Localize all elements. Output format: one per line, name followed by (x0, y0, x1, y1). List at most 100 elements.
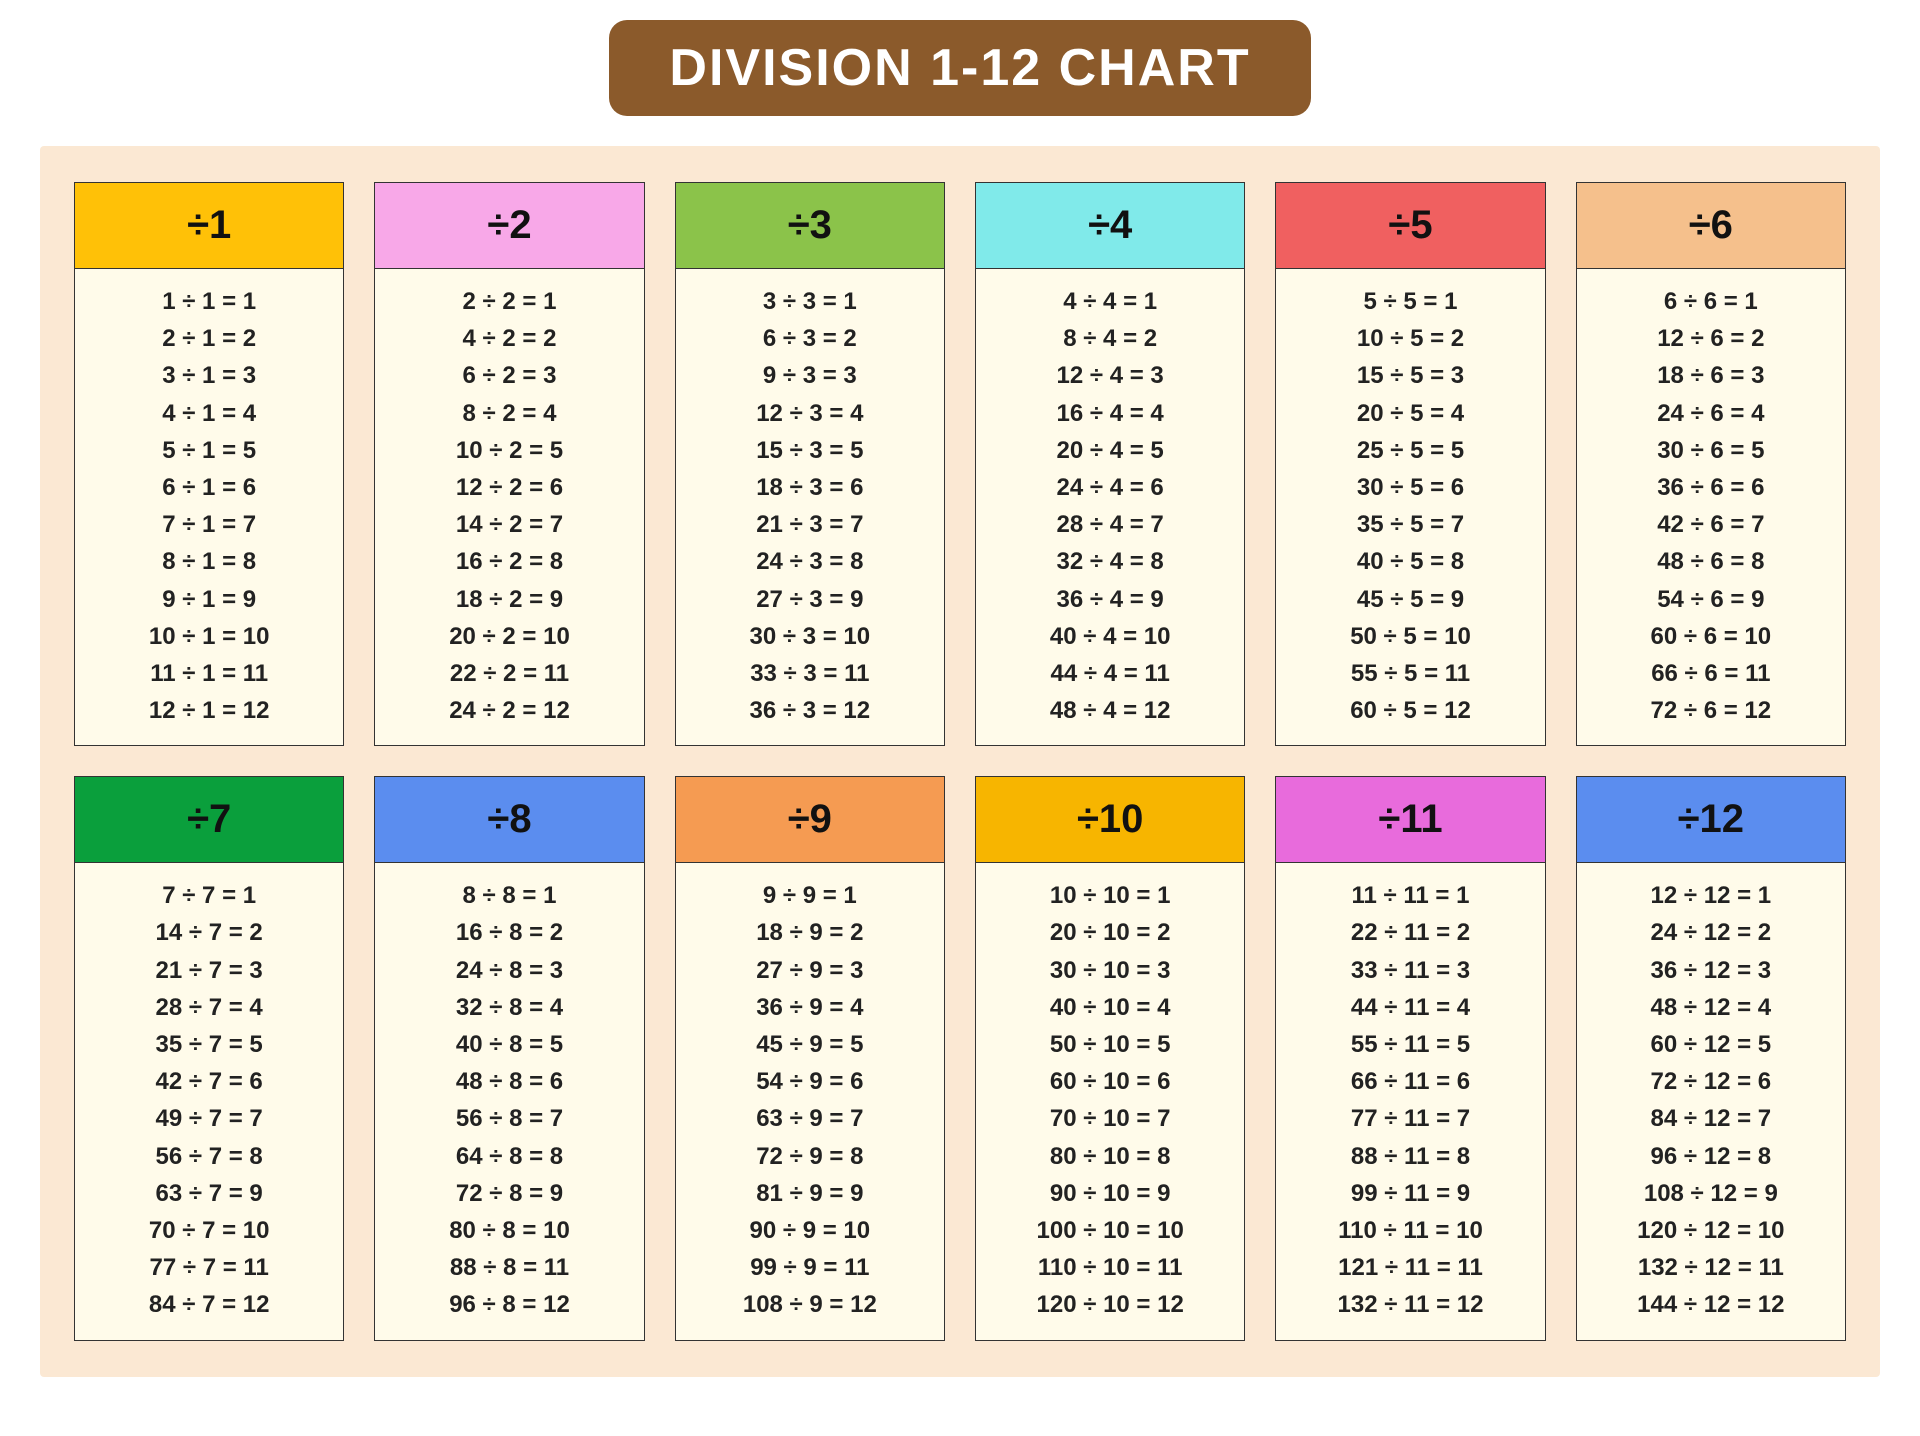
division-equation: 15 ÷ 5 = 3 (1276, 357, 1544, 394)
division-equation: 18 ÷ 3 = 6 (676, 469, 944, 506)
division-equation: 16 ÷ 4 = 4 (976, 395, 1244, 432)
division-equation: 7 ÷ 7 = 1 (75, 877, 343, 914)
division-equation: 54 ÷ 9 = 6 (676, 1063, 944, 1100)
division-card-header: ÷10 (976, 777, 1244, 863)
division-equation: 54 ÷ 6 = 9 (1577, 581, 1845, 618)
division-equation: 3 ÷ 1 = 3 (75, 357, 343, 394)
division-equation: 72 ÷ 12 = 6 (1577, 1063, 1845, 1100)
division-equation: 15 ÷ 3 = 5 (676, 432, 944, 469)
division-equation: 14 ÷ 2 = 7 (375, 506, 643, 543)
division-equation: 64 ÷ 8 = 8 (375, 1138, 643, 1175)
division-card-9: ÷99 ÷ 9 = 118 ÷ 9 = 227 ÷ 9 = 336 ÷ 9 = … (675, 776, 945, 1340)
division-equation: 7 ÷ 1 = 7 (75, 506, 343, 543)
division-equation: 10 ÷ 10 = 1 (976, 877, 1244, 914)
division-equation: 120 ÷ 12 = 10 (1577, 1212, 1845, 1249)
division-equation: 24 ÷ 8 = 3 (375, 952, 643, 989)
division-equation: 36 ÷ 12 = 3 (1577, 952, 1845, 989)
division-equation: 16 ÷ 8 = 2 (375, 914, 643, 951)
division-equation: 60 ÷ 6 = 10 (1577, 618, 1845, 655)
division-equation: 49 ÷ 7 = 7 (75, 1100, 343, 1137)
division-equation: 12 ÷ 4 = 3 (976, 357, 1244, 394)
division-equation: 28 ÷ 4 = 7 (976, 506, 1244, 543)
division-equation: 45 ÷ 9 = 5 (676, 1026, 944, 1063)
division-equation: 110 ÷ 11 = 10 (1276, 1212, 1544, 1249)
division-equation: 100 ÷ 10 = 10 (976, 1212, 1244, 1249)
division-equation: 44 ÷ 11 = 4 (1276, 989, 1544, 1026)
division-equation: 24 ÷ 12 = 2 (1577, 914, 1845, 951)
division-equation: 36 ÷ 6 = 6 (1577, 469, 1845, 506)
division-equation: 63 ÷ 9 = 7 (676, 1100, 944, 1137)
division-equation: 8 ÷ 8 = 1 (375, 877, 643, 914)
division-equation: 33 ÷ 11 = 3 (1276, 952, 1544, 989)
division-equation: 14 ÷ 7 = 2 (75, 914, 343, 951)
division-equation: 8 ÷ 4 = 2 (976, 320, 1244, 357)
division-equation: 96 ÷ 8 = 12 (375, 1286, 643, 1323)
division-equation: 77 ÷ 11 = 7 (1276, 1100, 1544, 1137)
division-equation: 21 ÷ 7 = 3 (75, 952, 343, 989)
division-equation: 56 ÷ 8 = 7 (375, 1100, 643, 1137)
division-equation: 10 ÷ 5 = 2 (1276, 320, 1544, 357)
division-equation: 1 ÷ 1 = 1 (75, 283, 343, 320)
division-card-body: 10 ÷ 10 = 120 ÷ 10 = 230 ÷ 10 = 340 ÷ 10… (976, 863, 1244, 1339)
division-equation: 99 ÷ 9 = 11 (676, 1249, 944, 1286)
division-equation: 22 ÷ 2 = 11 (375, 655, 643, 692)
division-equation: 108 ÷ 12 = 9 (1577, 1175, 1845, 1212)
division-equation: 32 ÷ 4 = 8 (976, 543, 1244, 580)
division-equation: 24 ÷ 4 = 6 (976, 469, 1244, 506)
division-card-body: 9 ÷ 9 = 118 ÷ 9 = 227 ÷ 9 = 336 ÷ 9 = 44… (676, 863, 944, 1339)
division-equation: 40 ÷ 4 = 10 (976, 618, 1244, 655)
division-equation: 50 ÷ 10 = 5 (976, 1026, 1244, 1063)
division-card-4: ÷44 ÷ 4 = 18 ÷ 4 = 212 ÷ 4 = 316 ÷ 4 = 4… (975, 182, 1245, 746)
division-equation: 144 ÷ 12 = 12 (1577, 1286, 1845, 1323)
division-card-header: ÷4 (976, 183, 1244, 269)
division-card-3: ÷33 ÷ 3 = 16 ÷ 3 = 29 ÷ 3 = 312 ÷ 3 = 41… (675, 182, 945, 746)
division-equation: 36 ÷ 4 = 9 (976, 581, 1244, 618)
division-equation: 22 ÷ 11 = 2 (1276, 914, 1544, 951)
division-equation: 88 ÷ 11 = 8 (1276, 1138, 1544, 1175)
division-equation: 55 ÷ 5 = 11 (1276, 655, 1544, 692)
division-equation: 21 ÷ 3 = 7 (676, 506, 944, 543)
chart-board: ÷11 ÷ 1 = 12 ÷ 1 = 23 ÷ 1 = 34 ÷ 1 = 45 … (40, 146, 1880, 1377)
division-equation: 84 ÷ 7 = 12 (75, 1286, 343, 1323)
division-equation: 6 ÷ 2 = 3 (375, 357, 643, 394)
division-equation: 6 ÷ 1 = 6 (75, 469, 343, 506)
division-card-body: 2 ÷ 2 = 14 ÷ 2 = 26 ÷ 2 = 38 ÷ 2 = 410 ÷… (375, 269, 643, 745)
division-card-header: ÷8 (375, 777, 643, 863)
division-equation: 36 ÷ 9 = 4 (676, 989, 944, 1026)
division-equation: 12 ÷ 2 = 6 (375, 469, 643, 506)
division-equation: 6 ÷ 3 = 2 (676, 320, 944, 357)
division-equation: 40 ÷ 8 = 5 (375, 1026, 643, 1063)
division-card-header: ÷7 (75, 777, 343, 863)
division-equation: 16 ÷ 2 = 8 (375, 543, 643, 580)
division-equation: 132 ÷ 12 = 11 (1577, 1249, 1845, 1286)
division-equation: 2 ÷ 2 = 1 (375, 283, 643, 320)
division-card-body: 6 ÷ 6 = 112 ÷ 6 = 218 ÷ 6 = 324 ÷ 6 = 43… (1577, 269, 1845, 745)
division-equation: 4 ÷ 2 = 2 (375, 320, 643, 357)
division-card-7: ÷77 ÷ 7 = 114 ÷ 7 = 221 ÷ 7 = 328 ÷ 7 = … (74, 776, 344, 1340)
division-equation: 8 ÷ 2 = 4 (375, 395, 643, 432)
division-equation: 50 ÷ 5 = 10 (1276, 618, 1544, 655)
division-equation: 12 ÷ 6 = 2 (1577, 320, 1845, 357)
division-equation: 55 ÷ 11 = 5 (1276, 1026, 1544, 1063)
division-equation: 45 ÷ 5 = 9 (1276, 581, 1544, 618)
division-equation: 3 ÷ 3 = 1 (676, 283, 944, 320)
division-card-header: ÷1 (75, 183, 343, 269)
division-equation: 72 ÷ 9 = 8 (676, 1138, 944, 1175)
division-equation: 35 ÷ 5 = 7 (1276, 506, 1544, 543)
division-equation: 5 ÷ 1 = 5 (75, 432, 343, 469)
division-equation: 24 ÷ 6 = 4 (1577, 395, 1845, 432)
division-equation: 108 ÷ 9 = 12 (676, 1286, 944, 1323)
division-equation: 5 ÷ 5 = 1 (1276, 283, 1544, 320)
division-card-body: 4 ÷ 4 = 18 ÷ 4 = 212 ÷ 4 = 316 ÷ 4 = 420… (976, 269, 1244, 745)
division-equation: 42 ÷ 7 = 6 (75, 1063, 343, 1100)
division-equation: 4 ÷ 4 = 1 (976, 283, 1244, 320)
division-equation: 9 ÷ 3 = 3 (676, 357, 944, 394)
division-equation: 96 ÷ 12 = 8 (1577, 1138, 1845, 1175)
division-card-body: 12 ÷ 12 = 124 ÷ 12 = 236 ÷ 12 = 348 ÷ 12… (1577, 863, 1845, 1339)
division-equation: 70 ÷ 10 = 7 (976, 1100, 1244, 1137)
division-equation: 20 ÷ 10 = 2 (976, 914, 1244, 951)
division-equation: 66 ÷ 11 = 6 (1276, 1063, 1544, 1100)
division-equation: 4 ÷ 1 = 4 (75, 395, 343, 432)
division-equation: 2 ÷ 1 = 2 (75, 320, 343, 357)
division-equation: 44 ÷ 4 = 11 (976, 655, 1244, 692)
